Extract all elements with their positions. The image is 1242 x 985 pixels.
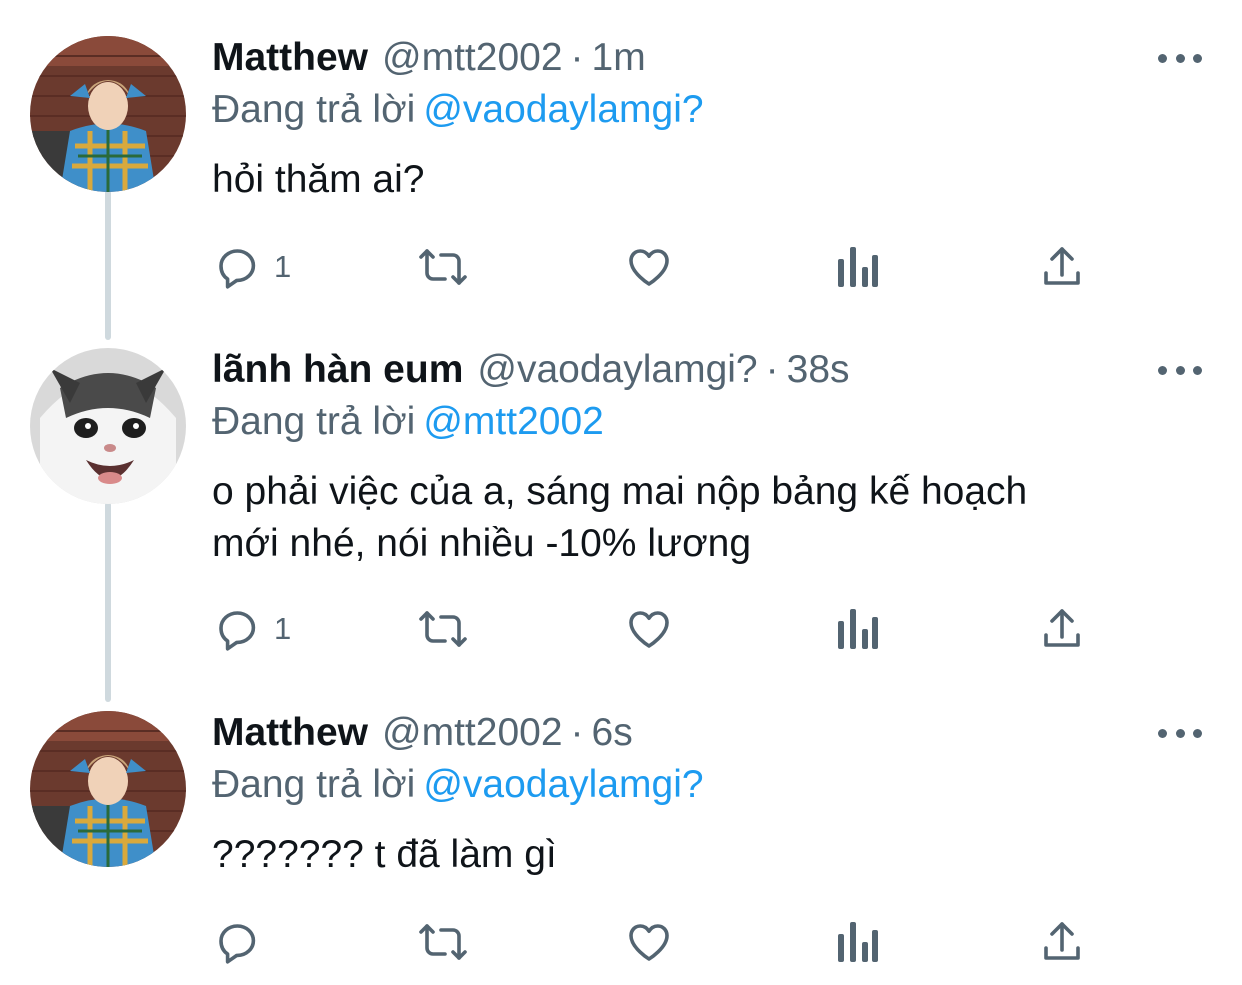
reply-button[interactable] <box>214 917 274 967</box>
tweet-header: Matthew @mtt2002 · 6s <box>212 711 633 755</box>
reply-count: 1 <box>274 611 292 646</box>
separator: · <box>765 348 779 391</box>
more-icon[interactable] <box>1158 360 1202 380</box>
avatar[interactable] <box>30 711 186 867</box>
author-handle[interactable]: @mtt2002 <box>382 711 563 755</box>
tweet-text: o phải việc của a, sáng mai nộp bảng kế … <box>212 466 1172 570</box>
tweet-text: hỏi thăm ai? <box>212 154 1172 206</box>
heart-icon <box>629 249 669 286</box>
reply-mention-link[interactable]: @mtt2002 <box>423 400 604 443</box>
timestamp[interactable]: 38s <box>787 348 850 392</box>
reply-prefix: Đang trả lời <box>212 400 416 443</box>
like-button[interactable] <box>624 242 674 292</box>
tweet-text-line: ??????? t đã làm gì <box>212 833 557 876</box>
timestamp[interactable]: 1m <box>592 36 646 80</box>
retweet-icon <box>419 924 467 960</box>
action-bar: 1 <box>212 242 1112 292</box>
action-bar <box>212 917 1112 967</box>
reply-context: Đang trả lời @vaodaylamgi? <box>212 763 704 807</box>
tweet[interactable]: Matthew @mtt2002 · 1m Đang trả lời @vaoda… <box>0 36 1242 306</box>
reply-mention-link[interactable]: @vaodaylamgi? <box>423 88 703 131</box>
tweet[interactable]: Matthew @mtt2002 · 6s Đang trả lời @vaoda… <box>0 711 1242 981</box>
heart-icon <box>629 611 669 648</box>
reply-prefix: Đang trả lời <box>212 88 416 131</box>
more-icon[interactable] <box>1158 723 1202 743</box>
tweet-header: Matthew @mtt2002 · 1m <box>212 36 646 80</box>
author-handle[interactable]: @mtt2002 <box>382 36 563 80</box>
avatar[interactable] <box>30 348 186 504</box>
author-handle[interactable]: @vaodaylamgi? <box>477 348 757 392</box>
reply-icon <box>219 924 256 964</box>
analytics-button[interactable] <box>834 917 878 967</box>
tweet-header: lãnh hàn eum @vaodaylamgi? · 38s <box>212 348 850 392</box>
timestamp[interactable]: 6s <box>592 711 633 755</box>
retweet-icon <box>419 611 467 647</box>
separator: · <box>570 711 584 754</box>
analytics-icon <box>838 922 878 962</box>
like-button[interactable] <box>624 917 674 967</box>
share-button[interactable] <box>1038 917 1086 967</box>
heart-icon <box>629 924 669 961</box>
author-name[interactable]: Matthew <box>212 36 368 80</box>
reply-icon <box>219 249 256 289</box>
analytics-button[interactable] <box>834 242 878 292</box>
more-icon[interactable] <box>1158 48 1202 68</box>
reply-icon <box>219 611 256 651</box>
share-button[interactable] <box>1038 604 1086 654</box>
retweet-button[interactable] <box>414 242 472 292</box>
like-button[interactable] <box>624 604 674 654</box>
author-name[interactable]: Matthew <box>212 711 368 755</box>
retweet-button[interactable] <box>414 917 472 967</box>
author-name[interactable]: lãnh hàn eum <box>212 348 463 392</box>
retweet-button[interactable] <box>414 604 472 654</box>
share-icon <box>1044 922 1080 960</box>
reply-count: 1 <box>274 249 292 284</box>
analytics-icon <box>838 247 878 287</box>
tweet-text-line: mới nhé, nói nhiều -10% lương <box>212 522 752 565</box>
share-icon <box>1044 609 1080 647</box>
tweet-text: ??????? t đã làm gì <box>212 829 1172 881</box>
reply-prefix: Đang trả lời <box>212 763 416 806</box>
tweet-text-line: hỏi thăm ai? <box>212 158 425 201</box>
separator: · <box>570 36 584 79</box>
reply-context: Đang trả lời @vaodaylamgi? <box>212 88 704 132</box>
share-button[interactable] <box>1038 242 1086 292</box>
analytics-icon <box>838 609 878 649</box>
reply-context: Đang trả lời @mtt2002 <box>212 400 604 444</box>
action-bar: 1 <box>212 604 1112 654</box>
retweet-icon <box>419 249 467 285</box>
tweet[interactable]: lãnh hàn eum @vaodaylamgi? · 38s Đang tr… <box>0 348 1242 678</box>
avatar[interactable] <box>30 36 186 192</box>
analytics-button[interactable] <box>834 604 878 654</box>
reply-button[interactable]: 1 <box>214 242 291 292</box>
share-icon <box>1044 247 1080 285</box>
reply-button[interactable]: 1 <box>214 604 291 654</box>
tweet-text-line: o phải việc của a, sáng mai nộp bảng kế … <box>212 470 1028 513</box>
reply-mention-link[interactable]: @vaodaylamgi? <box>423 763 703 806</box>
